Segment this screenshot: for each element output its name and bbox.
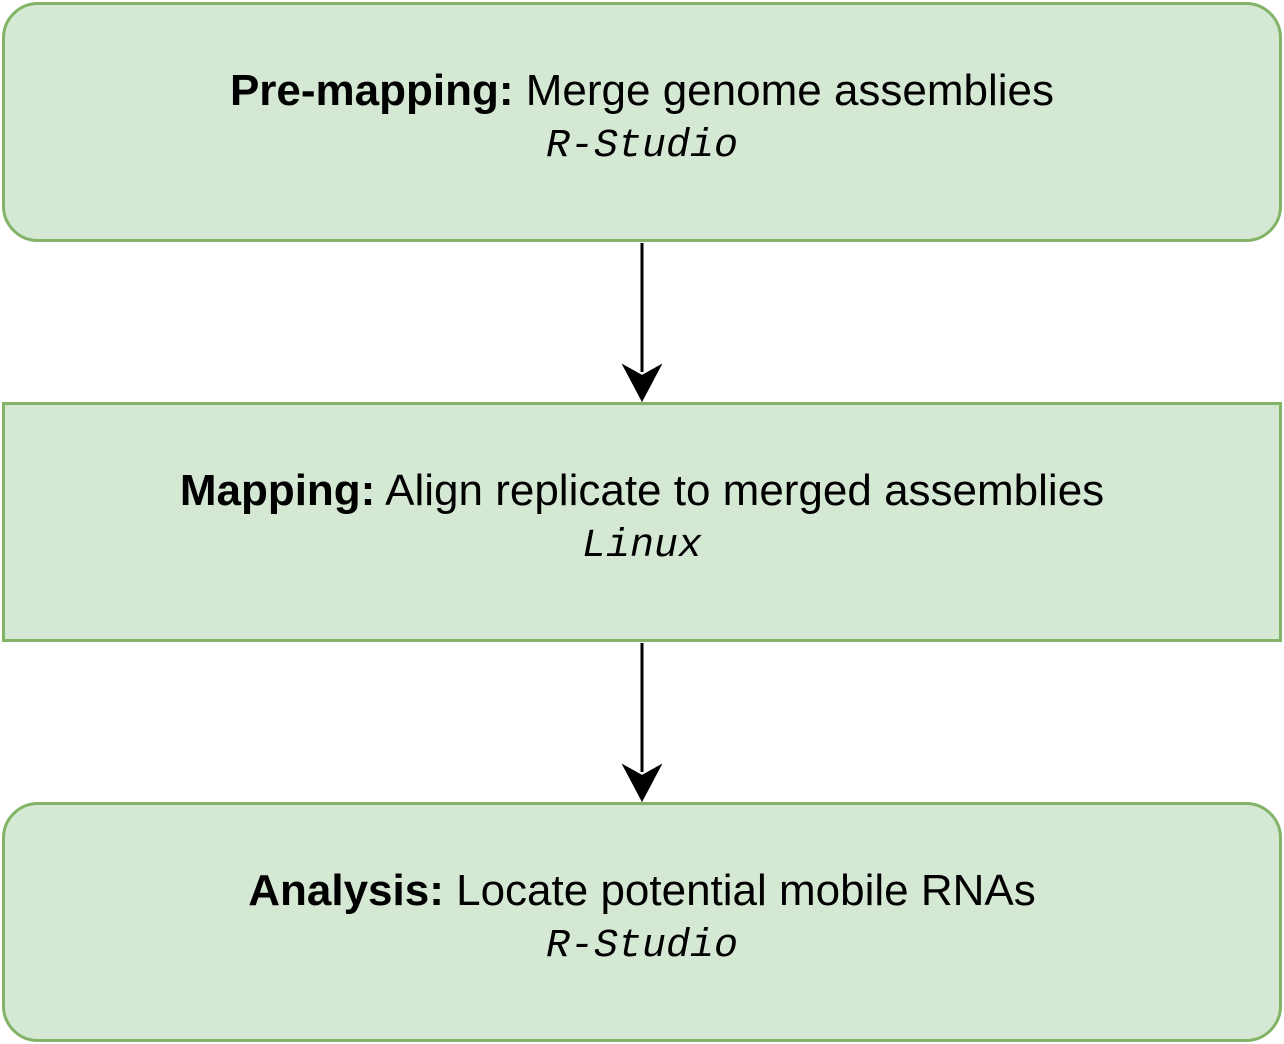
step-analysis-title: Analysis: Locate potential mobile RNAs — [248, 865, 1036, 918]
step-premapping-title: Pre-mapping: Merge genome assemblies — [230, 65, 1054, 118]
step-premapping-box: Pre-mapping: Merge genome assemblies R-S… — [2, 2, 1282, 242]
step-mapping-description: Align replicate to merged assemblies — [385, 465, 1105, 515]
step-analysis-description: Locate potential mobile RNAs — [456, 865, 1036, 915]
step-analysis-box: Analysis: Locate potential mobile RNAs R… — [2, 802, 1282, 1042]
step-premapping-description: Merge genome assemblies — [525, 65, 1055, 115]
step-premapping-stage: Pre-mapping: — [229, 65, 514, 115]
step-mapping-title: Mapping: Align replicate to merged assem… — [180, 465, 1104, 518]
arrow-mapping-to-analysis — [621, 643, 663, 803]
step-mapping-box: Mapping: Align replicate to merged assem… — [2, 402, 1282, 642]
step-analysis-stage: Analysis: — [248, 865, 444, 915]
arrow-2-head — [621, 763, 663, 803]
step-analysis-tool: R-Studio — [545, 924, 739, 970]
arrow-1-head — [621, 363, 663, 403]
step-mapping-tool: Linux — [581, 524, 703, 570]
step-premapping-tool: R-Studio — [545, 124, 739, 170]
arrow-premapping-to-mapping — [621, 243, 663, 403]
step-mapping-stage: Mapping: — [179, 465, 376, 515]
